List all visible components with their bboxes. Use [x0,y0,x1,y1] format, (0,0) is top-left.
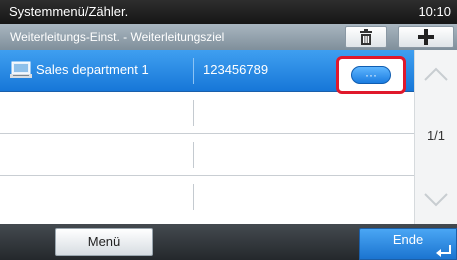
delete-button[interactable] [345,26,387,48]
plus-icon [418,29,434,45]
add-button[interactable] [398,26,454,48]
status-time: 10:10 [418,4,451,19]
computer-icon [10,61,32,78]
pager: 1/1 [414,50,457,224]
detail-highlight: ··· [336,56,406,94]
page-indicator: 1/1 [426,128,446,143]
status-bar: Systemmenü/Zähler. 10:10 [0,0,457,24]
header: Weiterleitungs-Einst. - Weiterleitungszi… [0,24,457,50]
chevron-up-icon [424,67,448,81]
row-name: Sales department 1 [36,62,149,77]
column-divider [193,100,194,126]
menu-button[interactable]: Menü [55,228,153,256]
list-item[interactable]: Sales department 1 123456789 ··· [0,50,414,94]
enter-icon [436,245,451,257]
column-divider [193,58,194,84]
page-title: Weiterleitungs-Einst. - Weiterleitungszi… [10,30,225,44]
column-divider [193,142,194,168]
scroll-up-button[interactable] [419,58,453,90]
footer: Menü Ende [0,224,457,260]
chevron-down-icon [424,193,448,207]
detail-button[interactable]: ··· [351,66,391,84]
list-item[interactable] [0,176,414,218]
status-title: Systemmenü/Zähler. [9,4,129,19]
list-item[interactable] [0,92,414,134]
screen: Systemmenü/Zähler. 10:10 Weiterleitungs-… [0,0,457,260]
destination-list: Sales department 1 123456789 ··· [0,50,414,224]
row-number: 123456789 [203,62,269,77]
scroll-down-button[interactable] [419,184,453,216]
trash-icon [360,29,372,45]
more-icon: ··· [365,68,377,82]
column-divider [193,184,194,210]
end-button[interactable]: Ende [359,228,457,260]
list-item[interactable] [0,134,414,176]
